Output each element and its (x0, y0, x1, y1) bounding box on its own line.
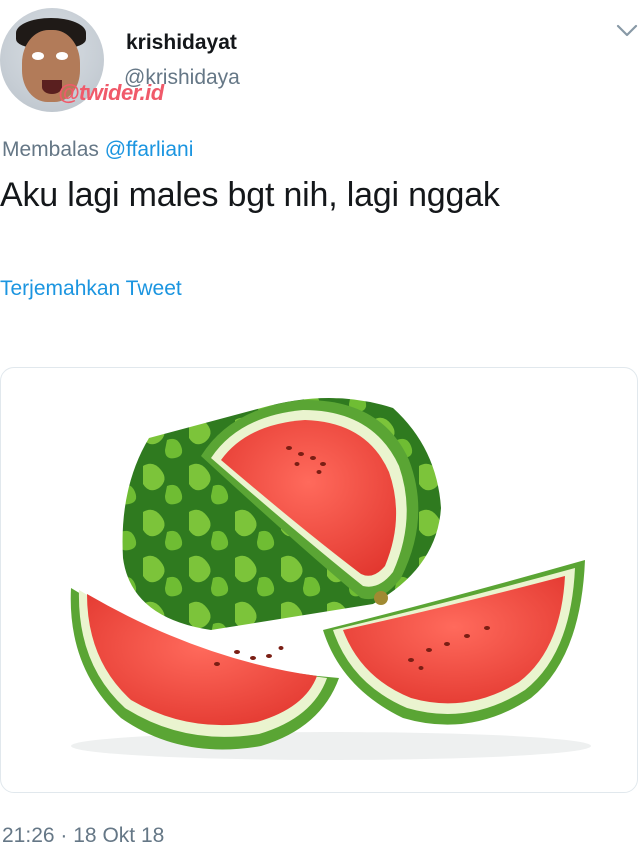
translate-tweet-link[interactable]: Terjemahkan Tweet (0, 277, 182, 301)
watermark: @twider.id (58, 80, 164, 105)
tweet-time: 21:26 (2, 824, 55, 847)
avatar-eye-right (56, 52, 68, 60)
reply-mention-link[interactable]: @ffarliani (105, 138, 194, 161)
tweet-date: 18 Okt 18 (73, 824, 165, 847)
tweet-text: Aku lagi males bgt nih, lagi nggak (0, 176, 500, 214)
display-name[interactable]: krishidayat (126, 31, 237, 55)
tweet-timestamp[interactable]: 21:26 · 18 Okt 18 (2, 824, 164, 848)
tweet-media[interactable] (0, 367, 638, 793)
chevron-down-icon[interactable] (616, 24, 638, 38)
reply-prefix: Membalas (2, 138, 99, 161)
reply-context: Membalas @ffarliani (2, 138, 193, 162)
avatar-eye-left (32, 52, 44, 60)
watermelon-image (70, 398, 591, 760)
timestamp-separator: · (60, 824, 68, 847)
